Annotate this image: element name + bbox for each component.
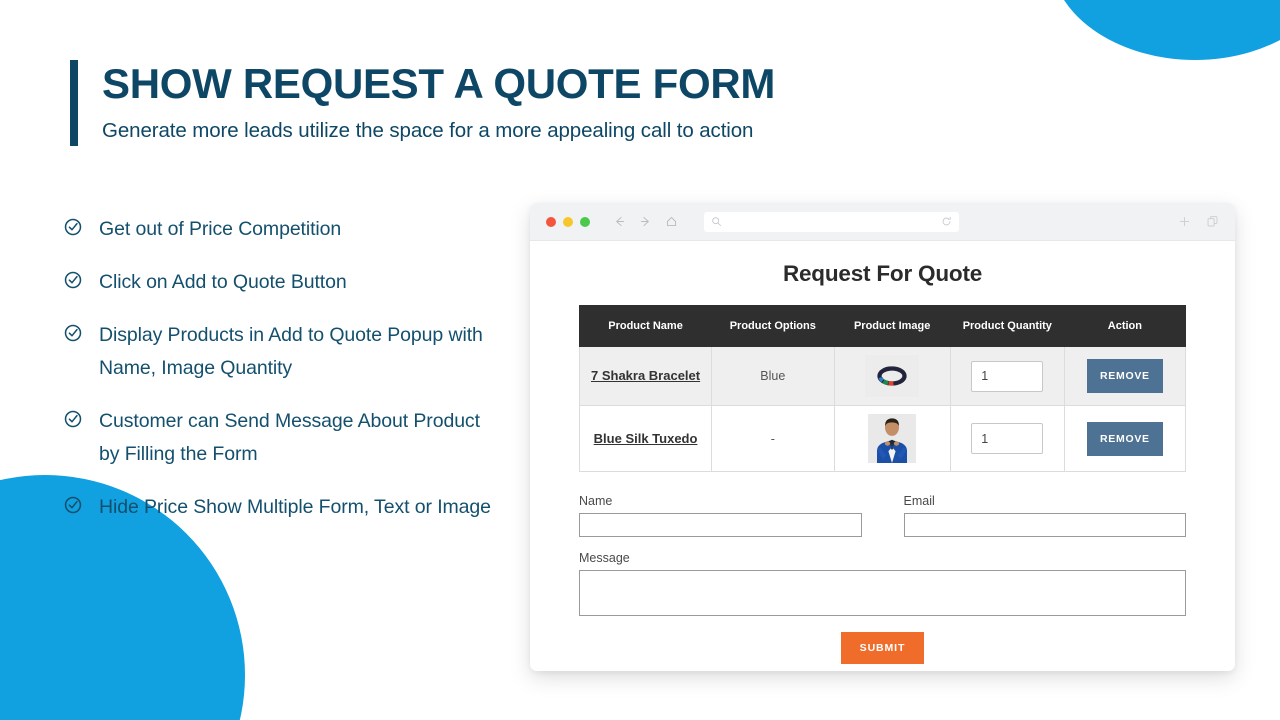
page-heading: SHOW REQUEST A QUOTE FORM Generate more … — [70, 57, 775, 146]
list-item: Click on Add to Quote Button — [64, 266, 504, 299]
heading-accent-bar — [70, 60, 78, 146]
name-input[interactable] — [579, 513, 862, 537]
table-header-row: Product Name Product Options Product Ima… — [578, 305, 1187, 347]
minimize-window-button[interactable] — [563, 216, 573, 227]
list-item: Customer can Send Message About Product … — [64, 405, 504, 471]
cell-product-options: - — [711, 405, 835, 472]
cell-product-quantity — [949, 346, 1065, 406]
close-window-button[interactable] — [546, 216, 556, 227]
cell-product-quantity — [949, 405, 1065, 472]
table-row: Blue Silk Tuxedo - 1 REMOVE — [578, 405, 1187, 472]
quote-form-title: Request For Quote — [782, 261, 983, 286]
cell-product-image — [833, 405, 951, 472]
table-row: 7 Shakra Bracelet Blue 1 REMOVE — [578, 346, 1187, 406]
forward-arrow-icon[interactable] — [639, 215, 652, 228]
column-header-product-name: Product Name — [578, 305, 713, 347]
email-field-group: Email — [903, 494, 1186, 537]
email-input[interactable] — [903, 513, 1186, 537]
column-header-product-options: Product Options — [711, 305, 835, 347]
name-field-group: Name — [579, 494, 862, 537]
page-subtitle: Generate more leads utilize the space fo… — [102, 119, 754, 142]
cell-product-name: 7 Shakra Bracelet — [578, 346, 713, 406]
copy-tabs-icon[interactable] — [1206, 215, 1219, 228]
cell-product-options: Blue — [711, 346, 835, 406]
maximize-window-button[interactable] — [580, 216, 590, 227]
check-circle-icon — [64, 218, 82, 236]
list-item-label: Click on Add to Quote Button — [99, 271, 347, 293]
submit-button[interactable]: SUBMIT — [840, 632, 925, 664]
cell-product-name: Blue Silk Tuxedo — [578, 405, 713, 472]
quantity-input[interactable] — [971, 423, 1044, 454]
home-icon[interactable] — [665, 215, 678, 228]
list-item-label: Customer can Send Message About Product … — [99, 410, 480, 465]
address-bar[interactable] — [704, 211, 959, 232]
cell-product-image — [833, 346, 951, 406]
blue-tuxedo-man-image — [868, 414, 917, 463]
remove-button[interactable]: REMOVE — [1087, 359, 1163, 393]
quote-products-table: Product Name Product Options Product Ima… — [578, 305, 1187, 472]
check-circle-icon — [64, 271, 82, 289]
page-content: Request For Quote Product Name Product O… — [530, 241, 1235, 671]
back-arrow-icon[interactable] — [613, 215, 626, 228]
window-controls — [546, 216, 590, 227]
list-item: Get out of Price Competition — [64, 213, 504, 246]
browser-window: Request For Quote Product Name Product O… — [530, 203, 1235, 671]
cell-action: REMOVE — [1063, 346, 1187, 406]
cell-action: REMOVE — [1063, 405, 1187, 472]
contact-form: Name Email Message SUBMIT — [579, 494, 1186, 664]
submit-row: SUBMIT — [579, 632, 1186, 664]
check-circle-icon — [64, 324, 82, 342]
product-name-link[interactable]: 7 Shakra Bracelet — [591, 365, 700, 387]
email-field-label: Email — [903, 494, 935, 508]
reload-icon[interactable] — [941, 216, 952, 227]
browser-toolbar — [530, 203, 1235, 241]
check-circle-icon — [64, 410, 82, 428]
list-item-label: Get out of Price Competition — [99, 218, 342, 240]
feature-list: Get out of Price Competition Click on Ad… — [64, 213, 504, 544]
list-item: Hide Price Show Multiple Form, Text or I… — [64, 491, 504, 524]
column-header-product-quantity: Product Quantity — [949, 305, 1065, 347]
search-icon — [711, 216, 722, 227]
plus-icon[interactable] — [1178, 215, 1191, 228]
remove-button[interactable]: REMOVE — [1087, 421, 1163, 456]
column-header-action: Action — [1063, 305, 1187, 347]
message-field-label: Message — [579, 551, 630, 565]
column-header-product-image: Product Image — [833, 305, 951, 347]
product-name-link[interactable]: Blue Silk Tuxedo — [594, 428, 698, 450]
beaded-bracelet-image — [865, 355, 920, 397]
message-field-group: Message — [579, 551, 1186, 616]
list-item-label: Hide Price Show Multiple Form, Text or I… — [99, 496, 491, 518]
quantity-input[interactable] — [971, 360, 1044, 392]
page-title: SHOW REQUEST A QUOTE FORM — [102, 60, 776, 107]
message-textarea[interactable] — [579, 570, 1186, 616]
list-item: Display Products in Add to Quote Popup w… — [64, 319, 504, 385]
check-circle-icon — [64, 496, 82, 514]
decorative-blob-top-right — [1050, 0, 1280, 60]
list-item-label: Display Products in Add to Quote Popup w… — [99, 324, 483, 379]
name-field-label: Name — [579, 494, 613, 508]
